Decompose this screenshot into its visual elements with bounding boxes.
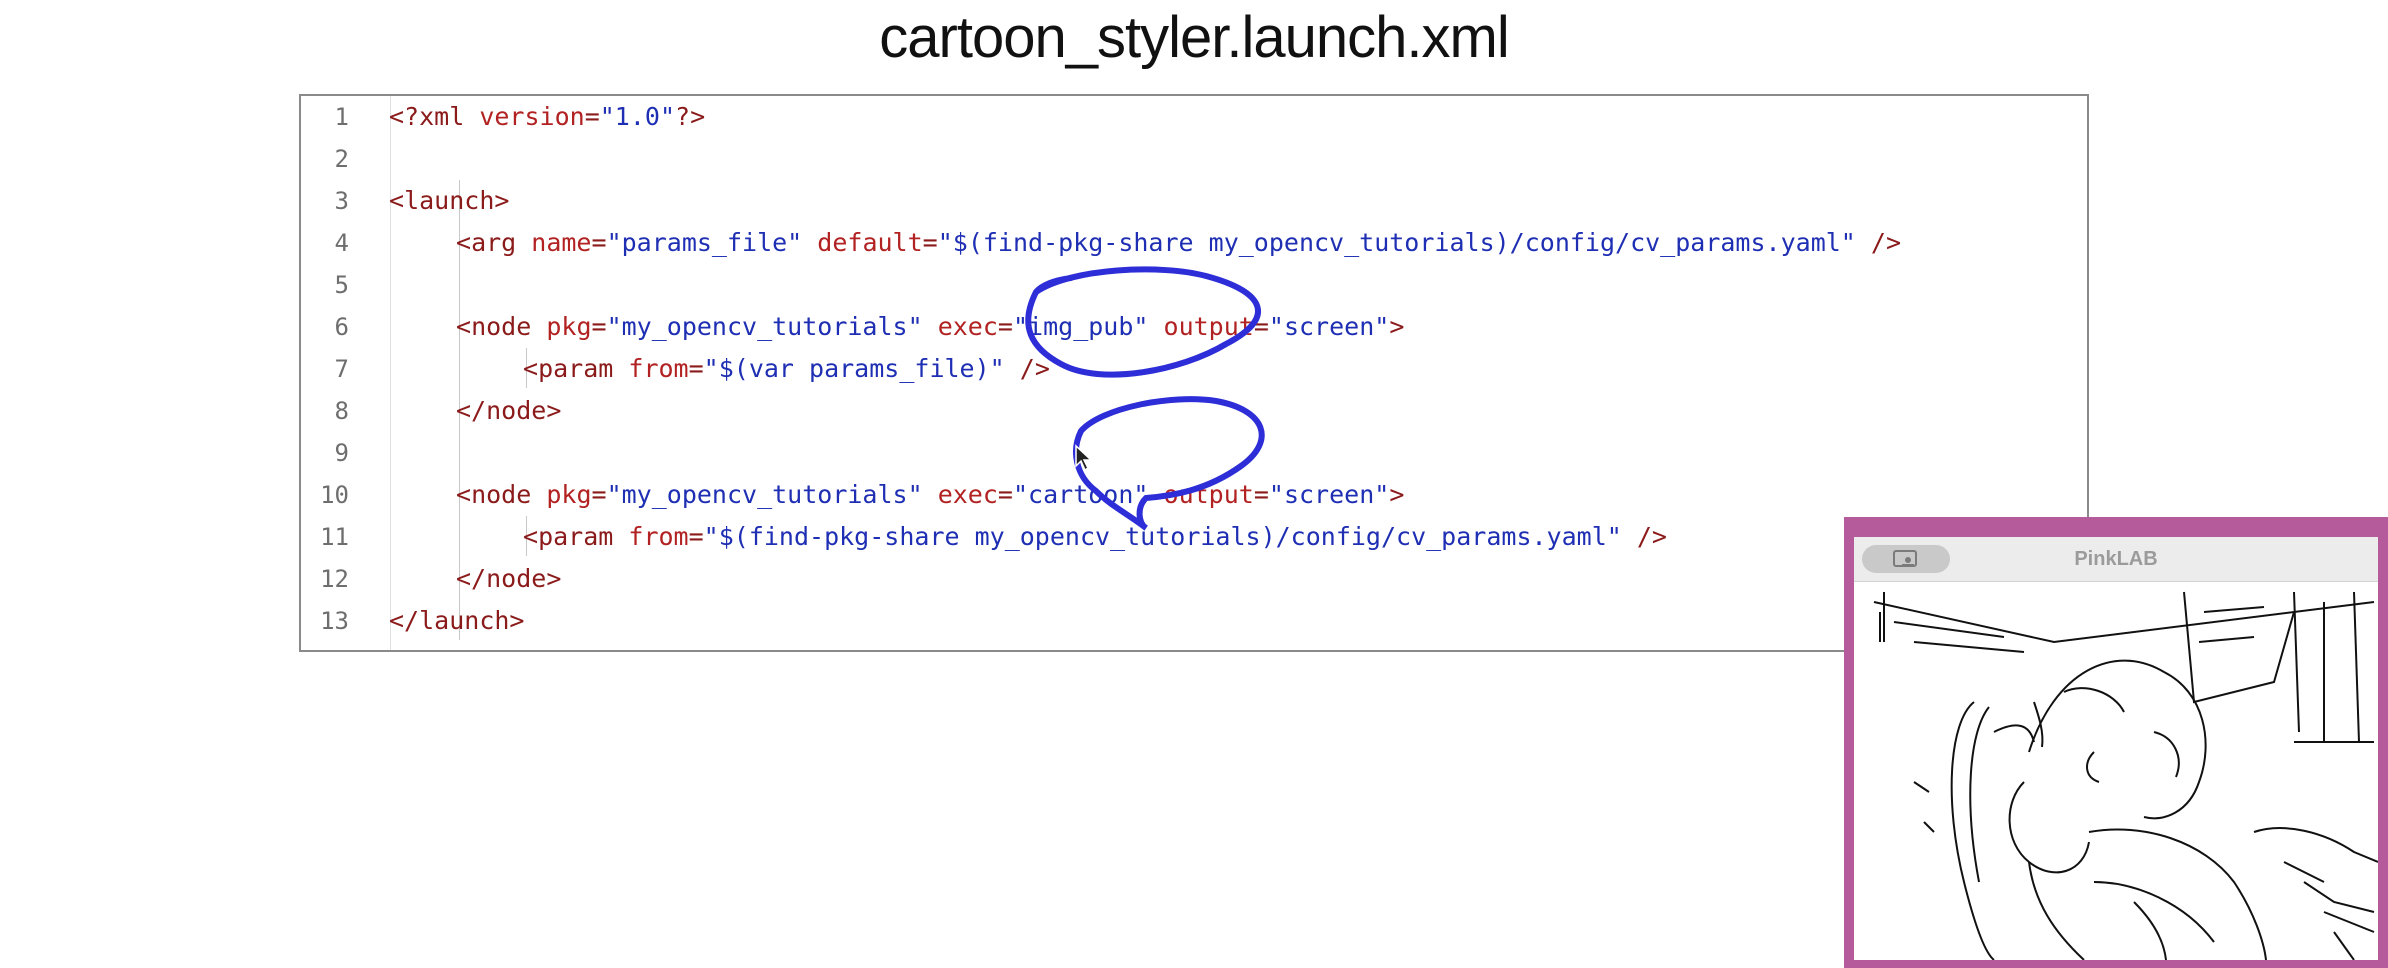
line-number: 2: [334, 145, 349, 173]
line-number: 7: [334, 355, 349, 383]
slide-title: cartoon_styler.launch.xml: [879, 5, 1509, 70]
code-line: 9: [301, 432, 2087, 474]
code-line: 7 <param from="$(var params_file)" />: [301, 348, 2087, 390]
cartoon-sketch-image: [1873, 591, 2378, 960]
code-line: 8 </node>: [301, 390, 2087, 432]
line-number: 10: [320, 481, 349, 509]
webcam-video: [1854, 582, 2378, 960]
code-line: 13 </launch>: [301, 600, 2087, 642]
code-line: 6 <node pkg="my_opencv_tutorials" exec="i…: [301, 306, 2087, 348]
line-number: 6: [334, 313, 349, 341]
line-number: 3: [334, 187, 349, 215]
code-line: 10 <node pkg="my_opencv_tutorials" exec="…: [301, 474, 2087, 516]
line-number: 11: [320, 523, 349, 551]
line-number: 8: [334, 397, 349, 425]
pip-window-title: PinkLAB: [2074, 548, 2158, 570]
code-line: 4 <arg name="params_file" default="$(find…: [301, 222, 2087, 264]
code-line: 3 <launch>: [301, 180, 2087, 222]
code-panel: 1 <?xml version="1.0"?> 2 3 <launch> 4 <arg na…: [299, 94, 2089, 652]
code-line: 2: [301, 138, 2087, 180]
mouse-cursor-icon: [1075, 444, 1093, 472]
line-number: 9: [334, 439, 349, 467]
code-text: <arg name="params_file" default="$(find-…: [456, 228, 1902, 257]
code-text: <launch>: [389, 186, 510, 215]
code-line: 11 <param from="$(find-pkg-share my_openc…: [301, 516, 2087, 558]
code-text: <node pkg="my_opencv_tutorials" exec="ca…: [456, 480, 1405, 509]
code-line: 12 </node>: [301, 558, 2087, 600]
code-text: <node pkg="my_opencv_tutorials" exec="im…: [456, 312, 1405, 341]
line-number: 4: [334, 229, 349, 257]
pip-titlebar[interactable]: PinkLAB: [1854, 537, 2378, 582]
code-text: <param from="$(find-pkg-share my_opencv_…: [523, 522, 1667, 551]
code-text: </node>: [456, 564, 562, 593]
code-text: <param from="$(var params_file)" />: [523, 354, 1050, 383]
code-line: 1 <?xml version="1.0"?>: [301, 96, 2087, 138]
code-text: </launch>: [389, 606, 525, 635]
line-number: 5: [334, 271, 349, 299]
line-number: 1: [334, 103, 349, 131]
line-number: 12: [320, 565, 349, 593]
code-line: 5: [301, 264, 2087, 306]
code-text: <?xml version="1.0"?>: [389, 102, 706, 131]
pip-webcam-window[interactable]: PinkLAB: [1844, 517, 2388, 968]
line-number: 13: [320, 607, 349, 635]
code-text: </node>: [456, 396, 562, 425]
